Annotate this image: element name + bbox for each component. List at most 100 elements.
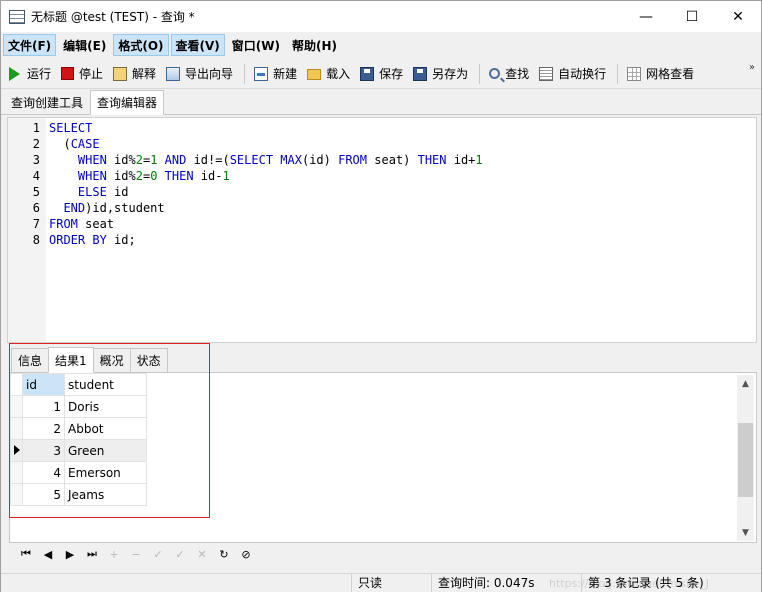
toolbar: 运行 停止 解释 导出向导 新建 载入 保存 另存为 查找 自动换行 网格查看 … [1,59,761,89]
tab-result1[interactable]: 结果1 [48,347,94,373]
load-button[interactable]: 载入 [303,62,354,86]
cell-id[interactable]: 3 [22,439,65,462]
code-line[interactable]: ELSE id [49,184,483,200]
table-app-icon [9,9,25,24]
sql-keyword: CASE [70,137,100,151]
explain-button[interactable]: 解释 [109,62,160,86]
cell-student[interactable]: Jeams [64,483,147,506]
row-marker [10,461,23,484]
row-marker [10,395,23,418]
menu-window[interactable]: 窗口(W) [227,34,285,56]
explain-icon [113,66,128,81]
cell-id[interactable]: 2 [22,417,65,440]
code-line[interactable]: FROM seat [49,216,483,232]
refresh-icon[interactable]: ↻ [213,545,235,563]
code-area[interactable]: SELECT (CASE WHEN id%2=1 AND id!=(SELECT… [46,118,483,342]
toolbar-overflow-icon[interactable]: » [749,63,755,73]
sql-keyword: SELECT [49,121,93,135]
sql-editor[interactable]: 1 2 3 4 5 6 7 8 SELECT (CASE WHEN id%2=1… [7,117,757,343]
new-button[interactable]: 新建 [250,62,301,86]
sql-text: id [106,185,129,199]
grid-view-button[interactable]: 网格查看 [623,62,698,86]
table-row[interactable]: 5 Jeams [10,483,147,506]
grid-view-label: 网格查看 [646,67,695,81]
menu-view[interactable]: 查看(V) [170,34,225,56]
sql-keyword: ORDER [49,233,86,247]
scroll-up-icon[interactable]: ▲ [737,375,754,392]
line-number: 8 [32,233,40,247]
code-line[interactable]: SELECT [49,120,483,136]
table-row[interactable]: 2 Abbot [10,417,147,440]
menu-help[interactable]: 帮助(H) [287,34,342,56]
find-button[interactable]: 查找 [485,62,533,86]
code-line[interactable]: END)id,student [49,200,483,216]
apply-changes-icon[interactable]: ✓ [169,545,191,563]
run-button[interactable]: 运行 [5,62,55,86]
save-label: 保存 [379,67,404,81]
tab-profile[interactable]: 概况 [92,348,131,372]
discard-changes-icon[interactable]: ✕ [191,545,213,563]
cell-student[interactable]: Emerson [64,461,147,484]
cell-id[interactable]: 1 [22,395,65,418]
row-marker [10,483,23,506]
vertical-scrollbar[interactable]: ▲ ▼ [737,375,754,541]
tab-status[interactable]: 状态 [129,348,168,372]
maximize-button[interactable]: ☐ [669,1,715,32]
table-row-current[interactable]: 3 Green [10,439,147,462]
tab-info[interactable]: 信息 [11,348,50,372]
next-record-icon[interactable]: ▶ [59,545,81,563]
scroll-down-icon[interactable]: ▼ [737,524,754,541]
stop-button[interactable]: 停止 [57,62,107,86]
save-as-button[interactable]: 另存为 [409,62,472,86]
explain-label: 解释 [132,67,157,81]
close-button[interactable]: ✕ [715,1,761,32]
table-row[interactable]: 4 Emerson [10,461,147,484]
column-header-student[interactable]: student [64,373,147,396]
line-number: 4 [32,169,40,183]
cell-student[interactable]: Abbot [64,417,147,440]
sql-keyword: AND [164,153,187,167]
sql-text: seat [77,217,115,231]
stop-query-icon[interactable]: ⊘ [235,545,257,563]
menu-file[interactable]: 文件(F) [3,34,57,56]
save-button[interactable]: 保存 [356,62,407,86]
menu-edit[interactable]: 编辑(E) [58,34,111,56]
sql-keyword: WHEN [77,169,107,183]
cell-student[interactable]: Doris [64,395,147,418]
sql-text: id% [106,153,136,167]
export-wizard-button[interactable]: 导出向导 [162,62,237,86]
table-row[interactable]: 1 Doris [10,395,147,418]
menu-format[interactable]: 格式(O) [113,34,169,56]
code-line[interactable]: WHEN id%2=1 AND id!=(SELECT MAX(id) FROM… [49,152,483,168]
tab-query-editor[interactable]: 查询编辑器 [90,90,165,115]
word-wrap-button[interactable]: 自动换行 [535,62,610,86]
minimize-button[interactable]: — [623,1,669,32]
result-grid[interactable]: id student 1 Doris 2 Abbot 3 Green 4 Eme… [10,373,147,506]
edit-record-icon[interactable]: ✓ [147,545,169,563]
code-line[interactable]: ORDER BY id; [49,232,483,248]
last-record-icon[interactable]: ⏭ [81,545,103,563]
cell-id[interactable]: 4 [22,461,65,484]
delete-record-icon[interactable]: − [125,545,147,563]
folder-icon [307,69,322,80]
sql-text: ( [49,137,71,151]
code-line[interactable]: WHEN id%2=0 THEN id-1 [49,168,483,184]
sql-keyword: END [63,201,86,215]
prev-record-icon[interactable]: ◀ [37,545,59,563]
sql-text: id+ [446,153,476,167]
add-record-icon[interactable]: + [103,545,125,563]
sql-text: id; [106,233,136,247]
first-record-icon[interactable]: ⏮ [15,545,37,563]
cell-id[interactable]: 5 [22,483,65,506]
sql-keyword: THEN [417,153,447,167]
column-header-id[interactable]: id [22,373,65,396]
code-line[interactable]: (CASE [49,136,483,152]
tab-query-builder[interactable]: 查询创建工具 [4,91,90,114]
scrollbar-thumb[interactable] [738,423,753,497]
cell-student[interactable]: Green [64,439,147,462]
sql-text: id% [106,169,136,183]
word-wrap-icon [539,66,554,81]
